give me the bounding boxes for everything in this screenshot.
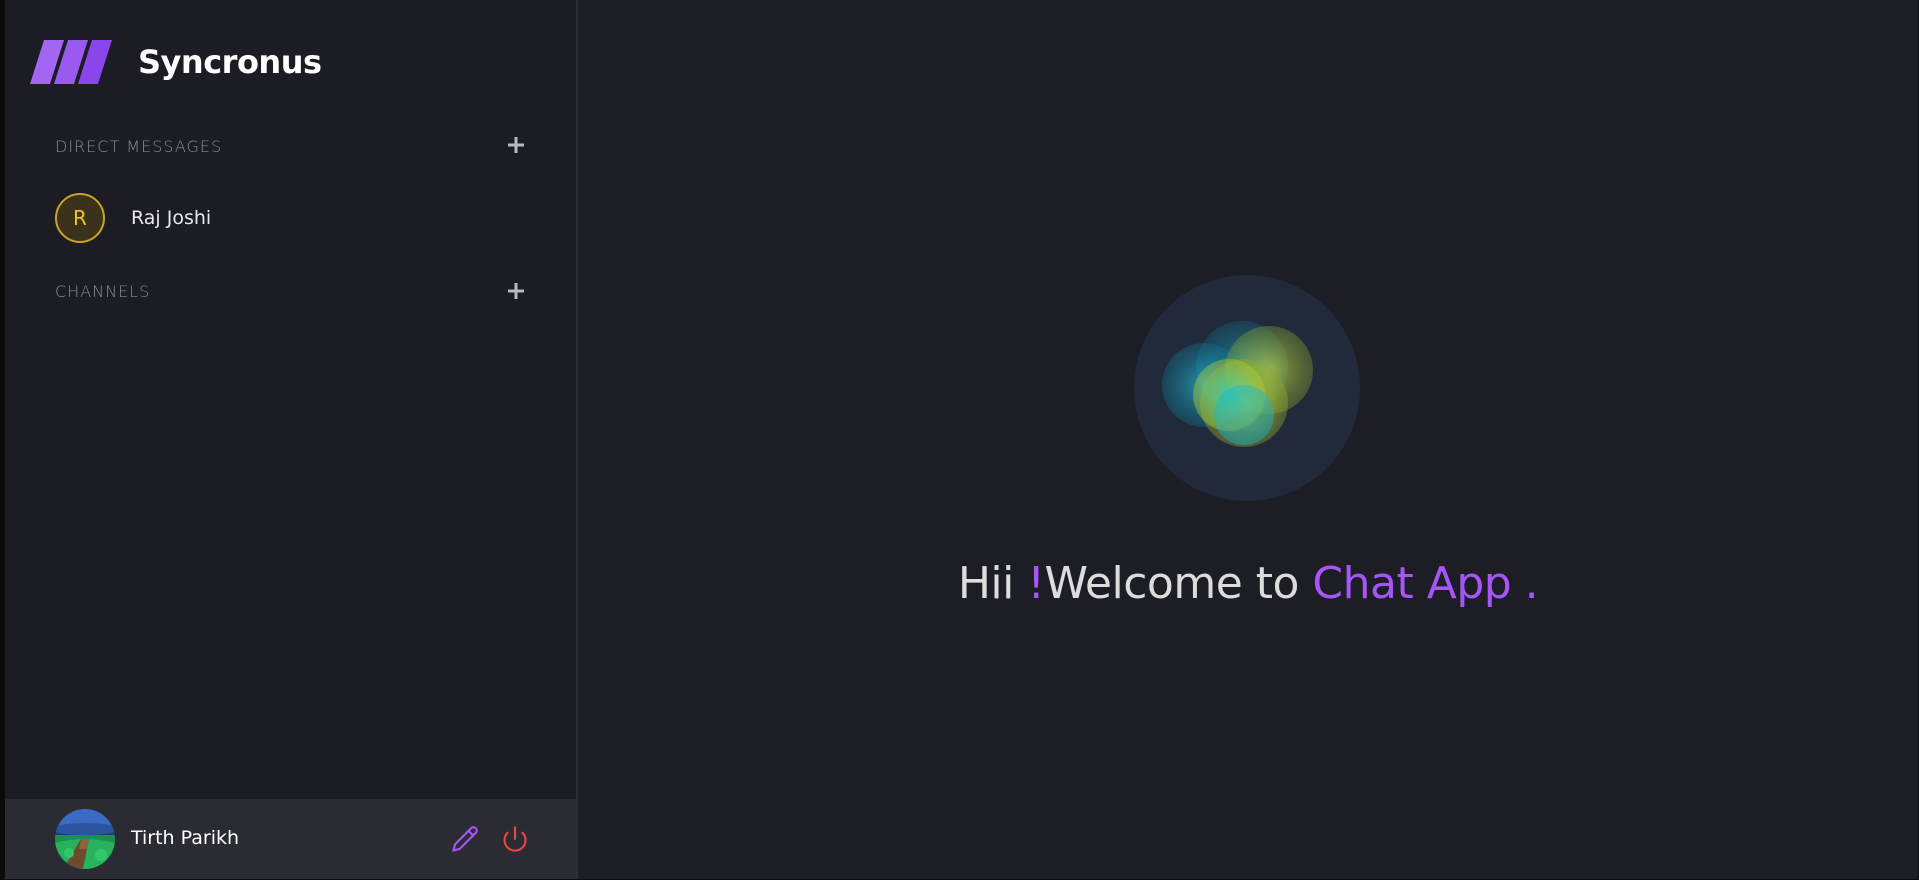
- add-channel-button[interactable]: [505, 280, 527, 302]
- direct-messages-title: DIRECT MESSAGES: [55, 137, 223, 156]
- app-name: Syncronus: [138, 43, 322, 81]
- sidebar: Syncronus DIRECT MESSAGES R Raj Joshi CH…: [5, 0, 578, 879]
- app-window: Syncronus DIRECT MESSAGES R Raj Joshi CH…: [5, 0, 1918, 879]
- logout-button[interactable]: [501, 825, 529, 853]
- animated-logo-icon: [1162, 321, 1313, 447]
- welcome-exclaim: !: [1027, 558, 1045, 609]
- plus-icon: [508, 283, 524, 299]
- welcome-orb: [1134, 275, 1360, 501]
- brand: Syncronus: [30, 40, 322, 84]
- profile-name: Tirth Parikh: [131, 827, 240, 849]
- welcome-greeting: Hii: [957, 558, 1028, 609]
- channels-title: CHANNELS: [55, 282, 151, 301]
- add-direct-message-button[interactable]: [505, 134, 527, 156]
- power-icon: [503, 826, 527, 852]
- profile-avatar[interactable]: [55, 809, 115, 869]
- welcome-heading: Hii !Welcome to Chat App .: [578, 558, 1918, 609]
- pencil-icon: [452, 826, 478, 852]
- avatar: R: [55, 193, 105, 243]
- plus-icon: [508, 137, 524, 153]
- dm-item-raj-joshi[interactable]: R Raj Joshi: [55, 193, 211, 243]
- welcome-middle: Welcome to: [1044, 558, 1313, 609]
- logo-icon: [30, 40, 112, 84]
- edit-profile-button[interactable]: [451, 825, 479, 853]
- main-panel: Hii !Welcome to Chat App .: [578, 0, 1918, 879]
- profile-bar: Tirth Parikh: [5, 799, 576, 879]
- dm-name: Raj Joshi: [131, 207, 212, 229]
- profile-photo-icon: [55, 809, 115, 869]
- welcome-app-name: Chat App .: [1312, 558, 1539, 609]
